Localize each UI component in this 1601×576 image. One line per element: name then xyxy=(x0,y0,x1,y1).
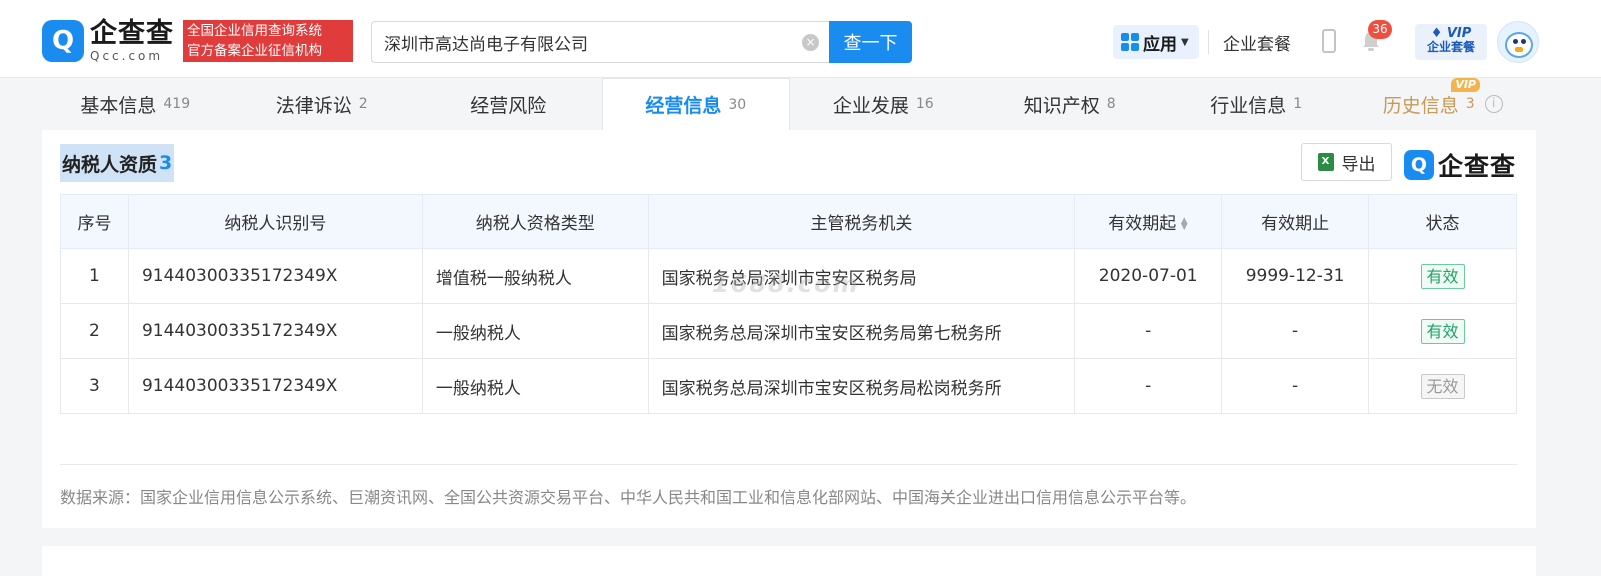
col-header-index: 序号 xyxy=(60,194,129,249)
excel-icon: X xyxy=(1317,153,1334,171)
qcc-logo-icon: Q xyxy=(42,20,84,62)
col-header-status: 状态 xyxy=(1368,194,1517,249)
section-title: 纳税人资质 3 xyxy=(60,144,175,182)
table-header-row: 序号 纳税人识别号 纳税人资格类型 主管税务机关 有效期起 ▲ ▼ 有效期止 状态 xyxy=(60,194,1517,249)
tab-industry-info[interactable]: 行业信息 1 xyxy=(1163,78,1350,130)
status-badge: 有效 xyxy=(1420,263,1465,289)
data-source-note: 数据来源：国家企业信用信息公示系统、巨潮资讯网、全国公共资源交易平台、中华人民共… xyxy=(60,488,1197,507)
search-button[interactable]: 查一下 xyxy=(829,21,912,63)
tab-development[interactable]: 企业发展 16 xyxy=(790,78,977,130)
export-label: 导出 xyxy=(1341,154,1376,175)
logo-text-en: Qcc.com xyxy=(90,49,164,63)
tab-intellectual-property[interactable]: 知识产权 8 xyxy=(977,78,1164,130)
logo-text-cn: 企查查 xyxy=(90,18,174,49)
enterprise-package-link[interactable]: 企业套餐 xyxy=(1223,30,1291,55)
slogan-banner: 全国企业信用查询系统 官方备案企业征信机构 xyxy=(183,20,353,62)
qcc-brand-mark: Q 企查查 xyxy=(1404,147,1516,183)
tab-basic-info[interactable]: 基本信息 419 xyxy=(42,78,229,130)
search-input[interactable] xyxy=(384,32,794,52)
col-header-type: 纳税人资格类型 xyxy=(421,194,649,249)
section-count: 3 xyxy=(159,152,173,174)
sort-icon[interactable]: ▲ ▼ xyxy=(1180,217,1188,232)
col-header-start[interactable]: 有效期起 ▲ ▼ xyxy=(1074,194,1223,249)
user-avatar[interactable] xyxy=(1497,21,1539,63)
tab-operating-risk[interactable]: 经营风险 xyxy=(415,78,602,130)
taxpayer-table: 序号 纳税人识别号 纳税人资格类型 主管税务机关 有效期起 ▲ ▼ 有效期止 状态 … xyxy=(60,194,1517,414)
vip-package-button[interactable]: ♦ VIP 企业套餐 xyxy=(1415,24,1487,60)
divider xyxy=(60,464,1517,465)
vip-tag: VIP xyxy=(1451,78,1480,92)
header-divider xyxy=(1208,30,1209,54)
search-box: × xyxy=(371,21,829,63)
tab-operating-info[interactable]: 经营信息 30 xyxy=(601,78,790,130)
tab-history-info[interactable]: 历史信息 3 i VIP xyxy=(1350,78,1537,130)
main-tabs: 基本信息 419 法律诉讼 2 经营风险 经营信息 30 企业发展 16 知识产权 8 行… xyxy=(42,78,1536,130)
top-header: Q 企查查 Qcc.com 全国企业信用查询系统 官方备案企业征信机构 × 查一… xyxy=(0,0,1601,78)
tab-litigation[interactable]: 法律诉讼 2 xyxy=(229,78,416,130)
apps-label: 应用 xyxy=(1143,34,1177,55)
qcc-logo-icon: Q xyxy=(1404,150,1434,180)
taxpayer-panel: 纳税人资质 3 X 导出 Q 企查查 序号 纳税人识别号 纳税人资格类型 主管税务… xyxy=(42,130,1536,528)
vip-sublabel: 企业套餐 xyxy=(1426,40,1475,55)
col-header-tax-id: 纳税人识别号 xyxy=(127,194,423,249)
apps-menu-button[interactable]: 应用 ▼ xyxy=(1113,25,1199,59)
watermark: 1688.com xyxy=(712,270,860,298)
notification-badge: 36 xyxy=(1368,20,1392,39)
chevron-down-icon: ▼ xyxy=(1181,36,1189,48)
slogan-line-1: 全国企业信用查询系统 xyxy=(187,23,322,39)
slogan-line-2: 官方备案企业征信机构 xyxy=(187,43,322,59)
col-header-authority: 主管税务机关 xyxy=(647,194,1076,249)
table-row: 2 91440300335172349X 一般纳税人 国家税务总局深圳市宝安区税… xyxy=(60,303,1517,359)
grid-icon xyxy=(1121,33,1139,51)
clear-icon[interactable]: × xyxy=(802,34,819,51)
status-badge: 无效 xyxy=(1420,373,1465,399)
info-icon[interactable]: i xyxy=(1484,95,1503,113)
export-button[interactable]: X 导出 xyxy=(1301,143,1392,181)
next-panel xyxy=(42,546,1536,576)
mobile-phone-icon[interactable] xyxy=(1322,29,1336,53)
table-row: 3 91440300335172349X 一般纳税人 国家税务总局深圳市宝安区税… xyxy=(60,358,1517,414)
col-header-end: 有效期止 xyxy=(1221,194,1370,249)
qcc-logo[interactable]: Q 企查查 Qcc.com xyxy=(42,19,174,63)
status-badge: 有效 xyxy=(1420,318,1465,344)
brand-text: 企查查 xyxy=(1438,152,1517,181)
